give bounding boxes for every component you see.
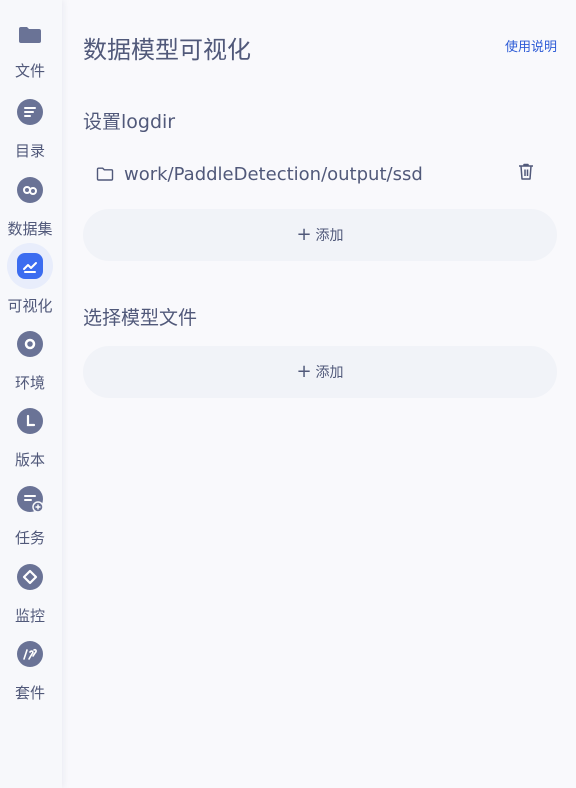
plus-icon: + [296,361,312,382]
sidebar: 文件 目录 数据集 可视化 环境 版本 任务 监控 套件 [0,0,62,788]
version-icon [17,408,43,434]
sidebar-item-catalog[interactable]: 目录 [0,99,60,160]
suite-icon [17,641,43,667]
task-icon [17,486,43,512]
add-logdir-button[interactable]: + 添加 [83,209,557,261]
sidebar-item-suite[interactable]: 套件 [0,641,60,702]
sidebar-item-label: 任务 [14,529,45,547]
sidebar-item-label: 套件 [14,684,45,702]
add-model-button[interactable]: + 添加 [83,346,557,398]
logdir-path: work/PaddleDetection/output/ssd [124,163,423,185]
active-indicator [7,243,53,289]
sidebar-item-versions[interactable]: 版本 [0,408,60,469]
chart-icon [17,253,43,279]
circle-icon [17,331,43,357]
sidebar-item-visualization[interactable]: 可视化 [0,243,60,315]
help-link[interactable]: 使用说明 [505,36,557,55]
sidebar-item-files[interactable]: 文件 [0,22,60,80]
diamond-icon [17,564,43,590]
plus-icon: + [296,224,312,245]
sidebar-item-environment[interactable]: 环境 [0,331,60,392]
add-logdir-label: 添加 [315,228,344,244]
page-title: 数据模型可视化 [83,36,251,64]
sidebar-item-label: 可视化 [7,297,53,315]
logdir-entry: work/PaddleDetection/output/ssd [83,156,557,192]
sidebar-item-label: 环境 [14,374,45,392]
trash-icon[interactable] [517,162,535,186]
logdir-section-title: 设置logdir [83,111,176,133]
list-icon [17,99,43,125]
sidebar-item-datasets[interactable]: 数据集 [0,177,60,238]
folder-icon [96,166,114,182]
sidebar-item-label: 目录 [14,142,45,160]
sidebar-item-label: 版本 [14,451,45,469]
sidebar-item-label: 监控 [14,607,45,625]
add-model-label: 添加 [315,365,344,381]
sidebar-item-label: 数据集 [7,220,53,238]
sidebar-item-monitor[interactable]: 监控 [0,564,60,625]
folder-icon [17,22,43,48]
sidebar-item-label: 文件 [14,62,45,80]
sidebar-item-tasks[interactable]: 任务 [0,486,60,547]
dataset-icon [17,177,43,203]
model-section-title: 选择模型文件 [83,307,198,329]
